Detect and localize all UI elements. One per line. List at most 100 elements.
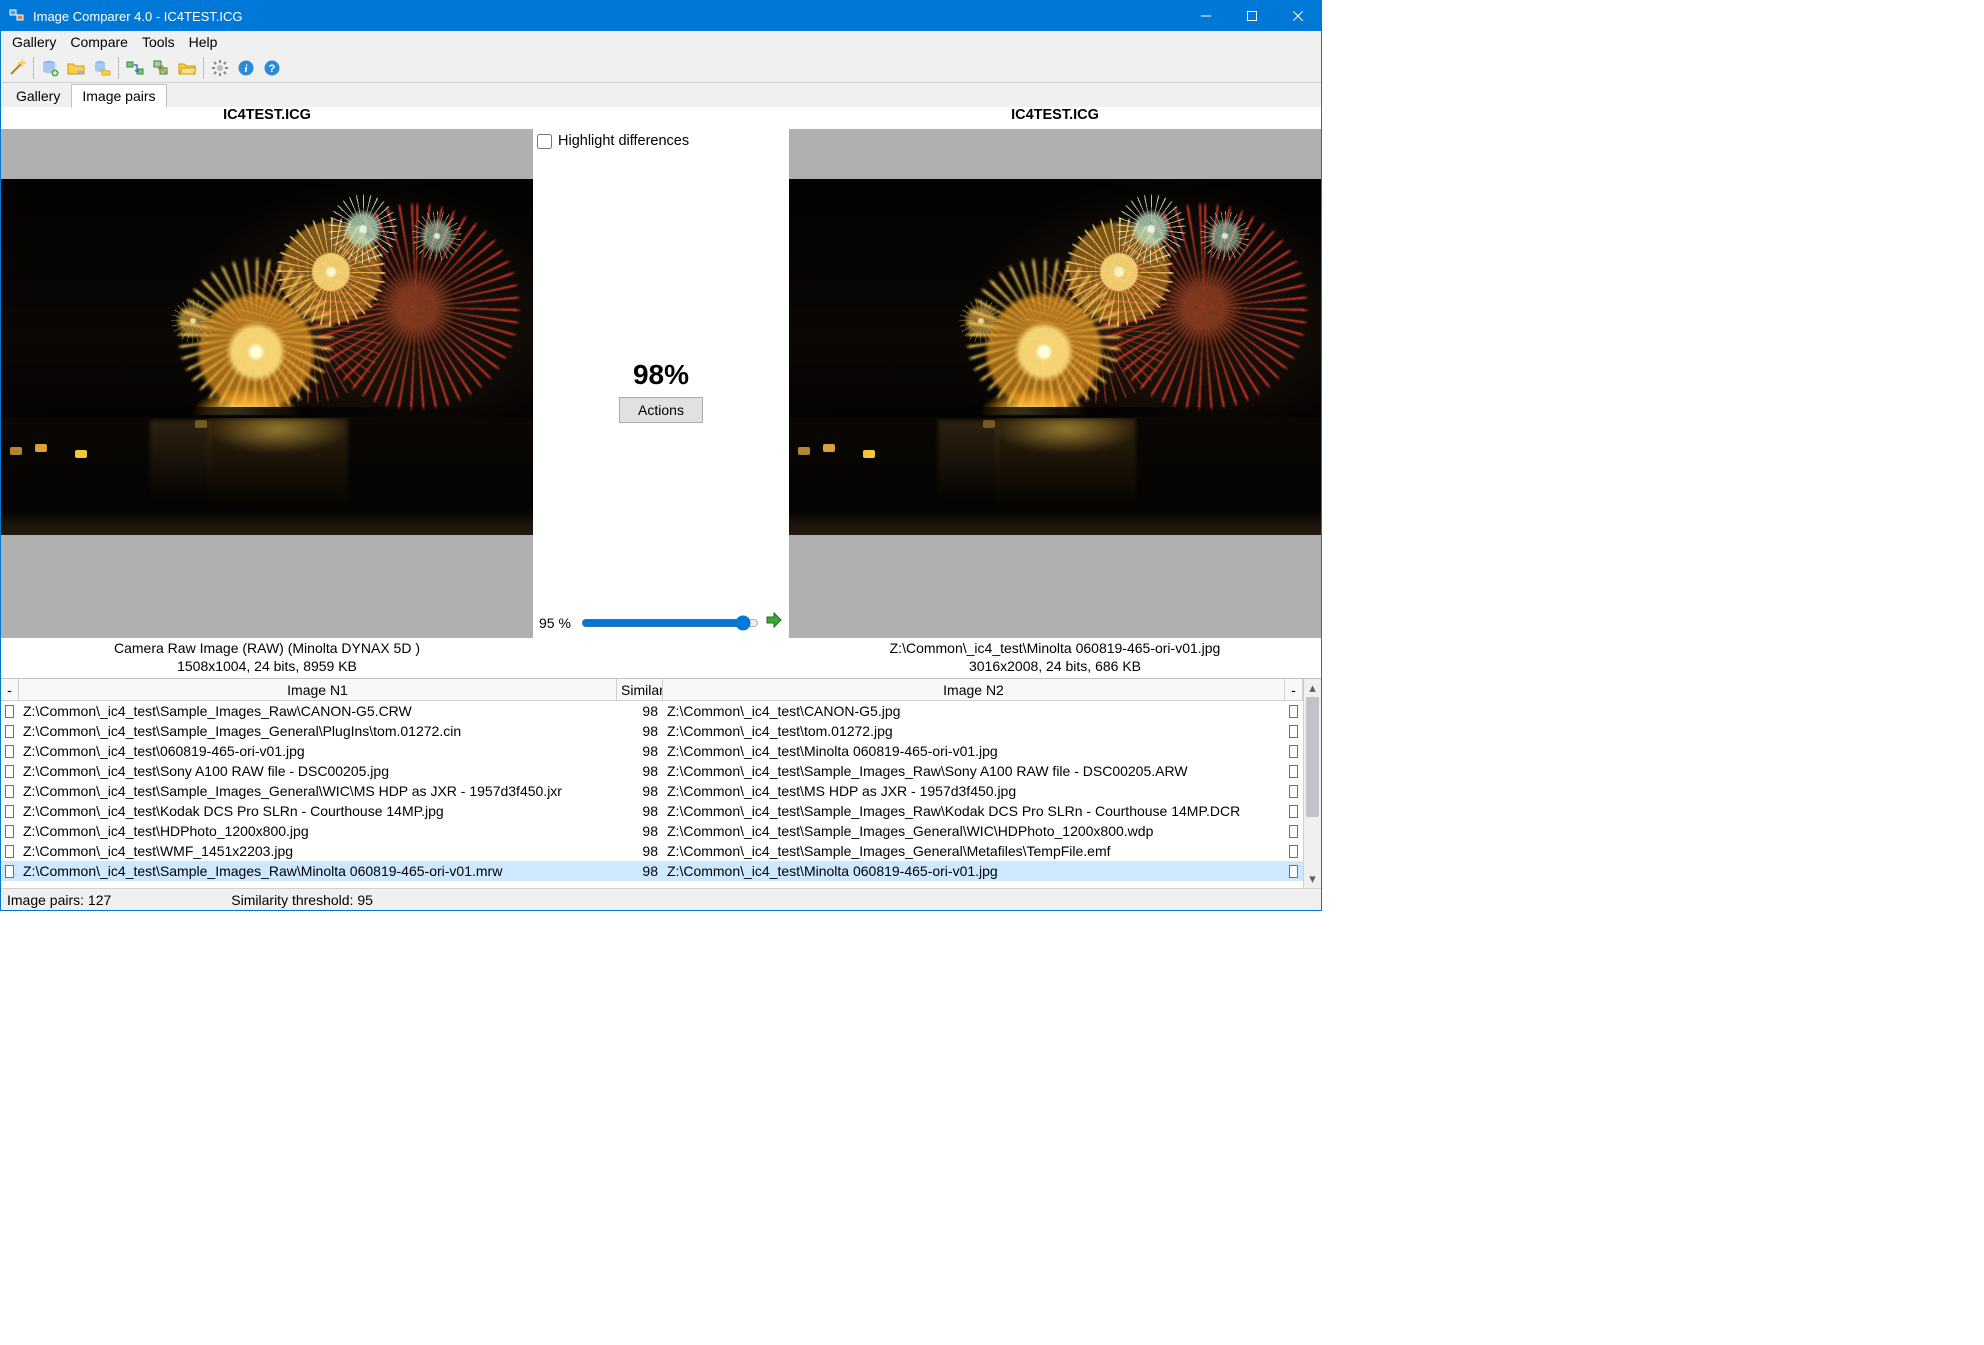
- tab-gallery[interactable]: Gallery: [5, 84, 71, 107]
- cell-similarity: 98: [617, 783, 663, 799]
- folder-db-icon[interactable]: [64, 56, 88, 80]
- table-row[interactable]: Z:\Common\_ic4_test\Sample_Images_Raw\Mi…: [1, 861, 1303, 881]
- row-check-left[interactable]: [1, 865, 19, 878]
- grid-body[interactable]: Z:\Common\_ic4_test\Sample_Images_Raw\CA…: [1, 701, 1303, 888]
- cell-image-n2: Z:\Common\_ic4_test\Minolta 060819-465-o…: [663, 743, 1285, 759]
- scroll-thumb[interactable]: [1306, 697, 1319, 817]
- col-image-n1[interactable]: Image N1: [19, 679, 617, 700]
- right-image-panel[interactable]: [789, 129, 1321, 638]
- cell-image-n1: Z:\Common\_ic4_test\HDPhoto_1200x800.jpg: [19, 823, 617, 839]
- threshold-slider[interactable]: [581, 615, 759, 631]
- wand-icon[interactable]: [5, 56, 29, 80]
- toolbar: i ?: [1, 53, 1321, 83]
- menubar: Gallery Compare Tools Help: [1, 31, 1321, 53]
- help-icon[interactable]: ?: [260, 56, 284, 80]
- cell-similarity: 98: [617, 743, 663, 759]
- row-check-left[interactable]: [1, 725, 19, 738]
- cell-similarity: 98: [617, 823, 663, 839]
- row-check-right[interactable]: [1285, 725, 1303, 738]
- cell-image-n2: Z:\Common\_ic4_test\Sample_Images_Raw\So…: [663, 763, 1285, 779]
- toolbar-separator: [203, 57, 204, 79]
- table-row[interactable]: Z:\Common\_ic4_test\WMF_1451x2203.jpg98Z…: [1, 841, 1303, 861]
- row-check-right[interactable]: [1285, 805, 1303, 818]
- actions-button[interactable]: Actions: [619, 397, 703, 423]
- left-image-panel[interactable]: [1, 129, 533, 638]
- menu-gallery[interactable]: Gallery: [5, 32, 63, 52]
- cell-image-n2: Z:\Common\_ic4_test\Minolta 060819-465-o…: [663, 863, 1285, 879]
- db-folder-icon[interactable]: [90, 56, 114, 80]
- scroll-up-icon[interactable]: ▴: [1304, 679, 1321, 697]
- table-row[interactable]: Z:\Common\_ic4_test\Kodak DCS Pro SLRn -…: [1, 801, 1303, 821]
- highlight-differences-input[interactable]: [537, 134, 552, 149]
- gear-icon[interactable]: [208, 56, 232, 80]
- minimize-button[interactable]: [1183, 1, 1229, 31]
- table-row[interactable]: Z:\Common\_ic4_test\Sample_Images_Genera…: [1, 721, 1303, 741]
- cell-image-n2: Z:\Common\_ic4_test\CANON-G5.jpg: [663, 703, 1285, 719]
- col-mark-left[interactable]: -: [1, 679, 19, 700]
- cell-similarity: 98: [617, 703, 663, 719]
- cell-similarity: 98: [617, 763, 663, 779]
- right-image[interactable]: [789, 179, 1321, 535]
- row-check-right[interactable]: [1285, 825, 1303, 838]
- menu-tools[interactable]: Tools: [135, 32, 182, 52]
- row-check-left[interactable]: [1, 845, 19, 858]
- cell-similarity: 98: [617, 843, 663, 859]
- svg-text:?: ?: [269, 63, 276, 75]
- info-icon[interactable]: i: [234, 56, 258, 80]
- grid-header[interactable]: - Image N1 Similarity Image N2 -: [1, 679, 1303, 701]
- pairs-grid[interactable]: - Image N1 Similarity Image N2 - Z:\Comm…: [1, 679, 1303, 888]
- row-check-right[interactable]: [1285, 765, 1303, 778]
- row-check-left[interactable]: [1, 705, 19, 718]
- row-check-left[interactable]: [1, 785, 19, 798]
- scroll-track[interactable]: [1304, 697, 1321, 870]
- cell-image-n1: Z:\Common\_ic4_test\Sony A100 RAW file -…: [19, 763, 617, 779]
- tab-image-pairs[interactable]: Image pairs: [71, 84, 166, 108]
- menu-help[interactable]: Help: [182, 32, 225, 52]
- cell-image-n2: Z:\Common\_ic4_test\Sample_Images_Genera…: [663, 843, 1285, 859]
- col-mark-right[interactable]: -: [1285, 679, 1303, 700]
- find-dupes-within-icon[interactable]: [149, 56, 173, 80]
- apply-threshold-icon[interactable]: [765, 611, 783, 634]
- right-image-caption: Z:\Common\_ic4_test\Minolta 060819-465-o…: [789, 638, 1321, 678]
- db-add-icon[interactable]: [38, 56, 62, 80]
- menu-compare[interactable]: Compare: [63, 32, 135, 52]
- row-check-left[interactable]: [1, 825, 19, 838]
- table-row[interactable]: Z:\Common\_ic4_test\Sample_Images_Raw\CA…: [1, 701, 1303, 721]
- col-similarity[interactable]: Similarity: [617, 679, 663, 700]
- status-pairs: Image pairs: 127: [7, 892, 111, 908]
- col-image-n2[interactable]: Image N2: [663, 679, 1285, 700]
- row-check-left[interactable]: [1, 805, 19, 818]
- toolbar-separator: [33, 57, 34, 79]
- statusbar: Image pairs: 127 Similarity threshold: 9…: [1, 888, 1321, 910]
- threshold-value-label: 95 %: [539, 615, 571, 631]
- right-gallery-title: IC4TEST.ICG: [789, 107, 1321, 129]
- table-row[interactable]: Z:\Common\_ic4_test\060819-465-ori-v01.j…: [1, 741, 1303, 761]
- row-check-right[interactable]: [1285, 745, 1303, 758]
- row-check-left[interactable]: [1, 765, 19, 778]
- row-check-right[interactable]: [1285, 785, 1303, 798]
- left-image[interactable]: [1, 179, 533, 535]
- grid-scrollbar[interactable]: ▴ ▾: [1303, 679, 1321, 888]
- row-check-right[interactable]: [1285, 865, 1303, 878]
- cell-image-n1: Z:\Common\_ic4_test\Sample_Images_Genera…: [19, 723, 617, 739]
- scroll-down-icon[interactable]: ▾: [1304, 870, 1321, 888]
- status-threshold: Similarity threshold: 95: [231, 892, 373, 908]
- close-button[interactable]: [1275, 1, 1321, 31]
- cell-image-n2: Z:\Common\_ic4_test\MS HDP as JXR - 1957…: [663, 783, 1285, 799]
- app-window: Image Comparer 4.0 - IC4TEST.ICG Gallery…: [0, 0, 1322, 911]
- find-dupes-between-icon[interactable]: [123, 56, 147, 80]
- cell-image-n1: Z:\Common\_ic4_test\WMF_1451x2203.jpg: [19, 843, 617, 859]
- table-row[interactable]: Z:\Common\_ic4_test\Sony A100 RAW file -…: [1, 761, 1303, 781]
- tabstrip: Gallery Image pairs: [1, 83, 1321, 107]
- highlight-differences-checkbox[interactable]: Highlight differences: [533, 133, 689, 149]
- row-check-right[interactable]: [1285, 845, 1303, 858]
- open-folder-icon[interactable]: [175, 56, 199, 80]
- pairs-grid-area: - Image N1 Similarity Image N2 - Z:\Comm…: [1, 678, 1321, 888]
- table-row[interactable]: Z:\Common\_ic4_test\Sample_Images_Genera…: [1, 781, 1303, 801]
- row-check-left[interactable]: [1, 745, 19, 758]
- maximize-button[interactable]: [1229, 1, 1275, 31]
- highlight-differences-label: Highlight differences: [558, 133, 689, 149]
- row-check-right[interactable]: [1285, 705, 1303, 718]
- titlebar[interactable]: Image Comparer 4.0 - IC4TEST.ICG: [1, 1, 1321, 31]
- table-row[interactable]: Z:\Common\_ic4_test\HDPhoto_1200x800.jpg…: [1, 821, 1303, 841]
